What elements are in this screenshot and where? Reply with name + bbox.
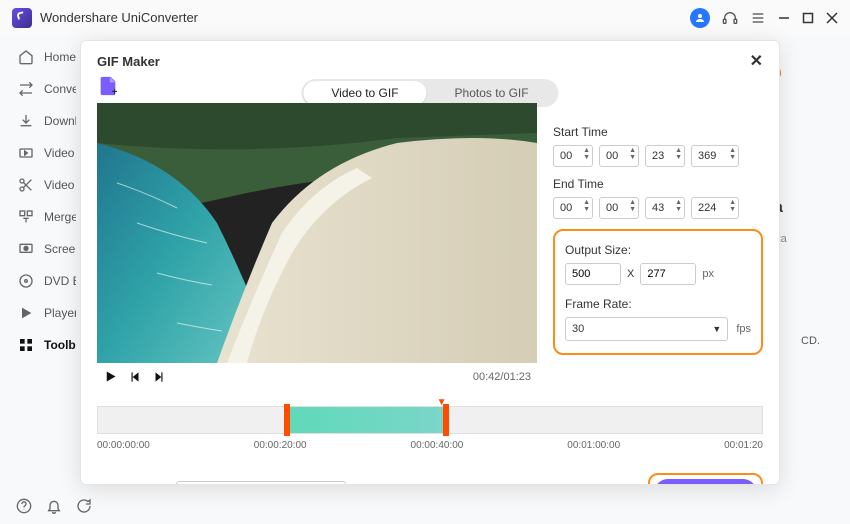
end-ms-input[interactable]: 224▲▼ [691, 197, 739, 219]
bell-icon[interactable] [46, 498, 62, 514]
sidebar-item-label: DVD Burner [44, 274, 76, 288]
output-height-input[interactable] [640, 263, 696, 285]
bottombar [16, 498, 92, 514]
user-avatar-icon[interactable] [690, 8, 710, 28]
file-location-input[interactable]: C:\Users\ws\Pictures\Wonders▼ [176, 481, 346, 485]
next-frame-icon[interactable] [152, 370, 166, 384]
output-size-label: Output Size: [565, 243, 751, 257]
x-separator: X [627, 268, 634, 280]
tick: 00:01:00:00 [567, 440, 620, 451]
range-start-handle[interactable] [284, 404, 290, 436]
menu-icon[interactable] [750, 10, 766, 26]
home-icon [18, 49, 34, 65]
tick: 00:00:00:00 [97, 440, 150, 451]
headset-icon[interactable] [722, 10, 738, 26]
convert-icon [18, 81, 34, 97]
maximize-icon[interactable] [802, 12, 814, 24]
tick: 00:01:20 [724, 440, 763, 451]
help-icon[interactable] [16, 498, 32, 514]
sidebar-item-recorder[interactable]: Screen Recorder [18, 241, 76, 257]
prev-frame-icon[interactable] [128, 370, 142, 384]
start-ms-input[interactable]: 369▲▼ [691, 145, 739, 167]
sidebar-item-player[interactable]: Player [18, 305, 76, 321]
timeline-ticks: 00:00:00:00 00:00:20:00 00:00:40:00 00:0… [97, 440, 763, 451]
file-location-row: File Location: C:\Users\ws\Pictures\Wond… [97, 481, 370, 485]
start-m-input[interactable]: 00▲▼ [599, 145, 639, 167]
sidebar: Home Converter Downloader Video Compress… [0, 35, 76, 524]
svg-text:+: + [112, 87, 118, 97]
minimize-icon[interactable] [778, 12, 790, 24]
play-icon [18, 305, 34, 321]
tab-photos-to-gif[interactable]: Photos to GIF [427, 81, 557, 105]
chevron-down-icon: ▼ [712, 324, 721, 334]
output-width-input[interactable] [565, 263, 621, 285]
playhead-icon[interactable]: ▼ [437, 397, 447, 408]
end-m-input[interactable]: 00▲▼ [599, 197, 639, 219]
close-icon[interactable]: ✕ [750, 51, 763, 71]
sidebar-item-label: Merger [44, 210, 76, 224]
settings-panel: Start Time 00▲▼ 00▲▼ 23▲▼ 369▲▼ End Time… [553, 103, 763, 386]
px-label: px [702, 268, 714, 280]
sidebar-item-dvd[interactable]: DVD Burner [18, 273, 76, 289]
sidebar-item-label: Home [44, 50, 76, 64]
sidebar-item-label: Converter [44, 82, 76, 96]
sidebar-item-label: Video Editor [44, 178, 76, 192]
sidebar-item-downloader[interactable]: Downloader [18, 113, 76, 129]
add-file-icon[interactable]: + [97, 75, 119, 97]
sidebar-item-label: Player [44, 306, 76, 320]
video-preview[interactable] [97, 103, 537, 363]
range-end-handle[interactable] [443, 404, 449, 436]
disc-icon [18, 273, 34, 289]
create-gif-button[interactable]: Create GIF [654, 479, 757, 485]
sidebar-item-home[interactable]: Home [18, 49, 76, 65]
output-highlight: Output Size: X px Frame Rate: 30▼ fps [553, 229, 763, 355]
sidebar-item-label: Downloader [44, 114, 76, 128]
sidebar-item-toolbox[interactable]: Toolbox [18, 337, 76, 353]
close-window-icon[interactable] [826, 12, 838, 24]
selection-range[interactable] [284, 407, 443, 433]
grid-icon [18, 337, 34, 353]
feedback-icon[interactable] [76, 498, 92, 514]
tick: 00:00:20:00 [254, 440, 307, 451]
create-highlight: Create GIF [648, 473, 763, 485]
end-h-input[interactable]: 00▲▼ [553, 197, 593, 219]
sidebar-item-editor[interactable]: Video Editor [18, 177, 76, 193]
record-icon [18, 241, 34, 257]
tab-video-to-gif[interactable]: Video to GIF [303, 81, 426, 105]
start-time-label: Start Time [553, 125, 763, 139]
modal-title: GIF Maker [97, 54, 160, 69]
gif-maker-modal: GIF Maker ✕ + Video to GIF Photos to GIF [80, 40, 780, 485]
app-logo-icon [12, 8, 32, 28]
sidebar-item-merger[interactable]: Merger [18, 209, 76, 225]
end-s-input[interactable]: 43▲▼ [645, 197, 685, 219]
sidebar-item-label: Screen Recorder [44, 242, 76, 256]
playback-time: 00:42/01:23 [473, 371, 531, 383]
compress-icon [18, 145, 34, 161]
sidebar-item-converter[interactable]: Converter [18, 81, 76, 97]
end-time-label: End Time [553, 177, 763, 191]
timeline[interactable]: ▼ 00:00:00:00 00:00:20:00 00:00:40:00 00… [97, 406, 763, 451]
bg-cd: CD. [801, 335, 820, 347]
sidebar-item-label: Toolbox [44, 338, 76, 352]
timeline-track[interactable]: ▼ [97, 406, 763, 434]
frame-rate-select[interactable]: 30▼ [565, 317, 728, 341]
tick: 00:00:40:00 [411, 440, 464, 451]
start-h-input[interactable]: 00▲▼ [553, 145, 593, 167]
merge-icon [18, 209, 34, 225]
fps-label: fps [736, 323, 751, 335]
download-icon [18, 113, 34, 129]
scissors-icon [18, 177, 34, 193]
play-button-icon[interactable] [103, 369, 118, 384]
sidebar-item-label: Video Compressor [44, 146, 76, 160]
app-title: Wondershare UniConverter [40, 10, 198, 25]
start-s-input[interactable]: 23▲▼ [645, 145, 685, 167]
titlebar: Wondershare UniConverter [0, 0, 850, 35]
frame-rate-label: Frame Rate: [565, 297, 751, 311]
sidebar-item-compressor[interactable]: Video Compressor [18, 145, 76, 161]
